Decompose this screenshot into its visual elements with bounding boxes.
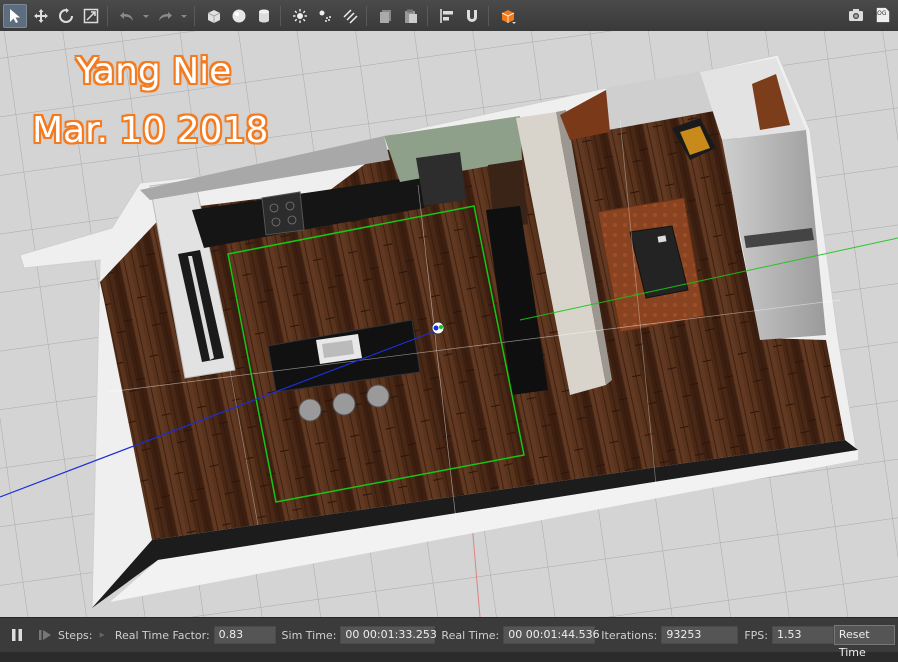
- overlay-date: Mar. 10 2018: [32, 110, 269, 151]
- pause-icon: [12, 629, 22, 641]
- sphere-shape-icon[interactable]: [228, 5, 250, 27]
- box-shape-icon[interactable]: [203, 5, 225, 27]
- translate-icon[interactable]: [30, 5, 52, 27]
- undo-dropdown-icon[interactable]: [141, 5, 151, 27]
- reset-time-button[interactable]: Reset Time: [833, 625, 896, 659]
- toolbar-separator: [194, 5, 195, 26]
- bar-stool-1: [298, 398, 322, 422]
- toolbar-separator: [427, 5, 428, 26]
- stove: [261, 191, 305, 236]
- pause-button[interactable]: [10, 628, 24, 642]
- iterations-label: Iterations:: [601, 628, 658, 642]
- overlay-name: Yang Nie: [76, 51, 232, 92]
- real-time-value: 00 00:01:44.536: [503, 626, 600, 644]
- rotate-icon[interactable]: [55, 5, 77, 27]
- toolbar-separator: [280, 5, 281, 26]
- screenshot-camera-icon[interactable]: [845, 4, 867, 26]
- view-angle-cube-icon[interactable]: [497, 5, 519, 27]
- iterations-value: 93253: [661, 626, 739, 644]
- steps-spin-arrow-icon[interactable]: [98, 630, 106, 640]
- fps-value: 1.53: [771, 626, 834, 644]
- scene-viewport[interactable]: Yang Nie Mar. 10 2018: [0, 31, 898, 617]
- select-arrow-icon[interactable]: [3, 3, 27, 28]
- real-time-label: Real Time:: [441, 628, 500, 642]
- copy-icon[interactable]: [375, 5, 397, 27]
- toolbar-separator: [107, 5, 108, 26]
- redo-icon[interactable]: [154, 5, 176, 27]
- fps-label: FPS:: [744, 628, 768, 642]
- scale-icon[interactable]: [80, 5, 102, 27]
- undo-icon[interactable]: [116, 5, 138, 27]
- bar-stool-2: [332, 392, 356, 416]
- bar-stool-3: [366, 384, 390, 408]
- real-time-factor-value: 0.83: [213, 626, 276, 644]
- status-bar: Steps: Real Time Factor: 0.83 Sim Time: …: [0, 617, 898, 659]
- redo-dropdown-icon[interactable]: [179, 5, 189, 27]
- real-time-factor-label: Real Time Factor:: [114, 628, 210, 642]
- log-label: LOG: [874, 10, 887, 17]
- align-icon[interactable]: [436, 5, 458, 27]
- log-icon[interactable]: LOG: [871, 4, 895, 26]
- sim-time-label: Sim Time:: [281, 628, 337, 642]
- toolbar: LOG: [0, 0, 898, 32]
- spot-light-icon[interactable]: [314, 5, 336, 27]
- sim-time-value: 00 00:01:33.253: [340, 626, 437, 644]
- point-light-icon[interactable]: [289, 5, 311, 27]
- steps-label: Steps:: [58, 628, 93, 642]
- snap-magnet-icon[interactable]: [461, 5, 483, 27]
- directional-light-icon[interactable]: [339, 5, 361, 27]
- step-button[interactable]: [38, 628, 52, 642]
- toolbar-separator: [366, 5, 367, 26]
- paste-icon[interactable]: [400, 5, 422, 27]
- step-icon: [39, 630, 51, 640]
- cylinder-shape-icon[interactable]: [253, 5, 275, 27]
- oven: [416, 152, 466, 206]
- toolbar-separator: [488, 5, 489, 26]
